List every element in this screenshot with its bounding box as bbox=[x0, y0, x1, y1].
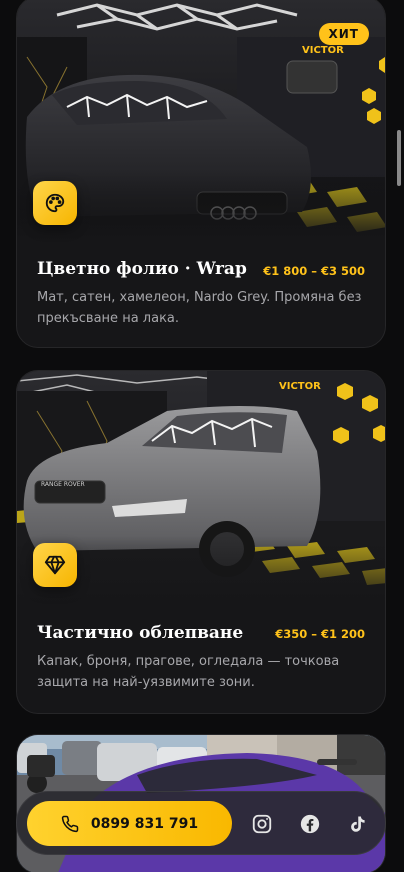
svg-text:RANGE ROVER: RANGE ROVER bbox=[41, 481, 85, 488]
service-title: Цветно фолио · Wrap bbox=[37, 259, 247, 279]
call-button[interactable]: 0899 831 791 bbox=[27, 801, 232, 846]
service-card-wrap[interactable]: VICTOR ХИТ Цветно фолио · Wrap €1 800 – … bbox=[16, 0, 386, 348]
phone-number: 0899 831 791 bbox=[90, 815, 199, 832]
facebook-icon[interactable] bbox=[298, 812, 322, 836]
bottom-contact-bar: 0899 831 791 bbox=[16, 791, 386, 855]
service-card-partial[interactable]: VICTOR RANGE ROVER Частично облепване €3… bbox=[16, 370, 386, 714]
svg-text:VICTOR: VICTOR bbox=[302, 45, 344, 56]
service-price: €1 800 – €3 500 bbox=[263, 264, 365, 278]
service-description: Капак, броня, прагове, огледала — точков… bbox=[37, 654, 340, 690]
service-title: Частично облепване bbox=[37, 623, 244, 643]
tiktok-icon[interactable] bbox=[346, 812, 370, 836]
hit-badge: ХИТ bbox=[318, 23, 369, 45]
page-scrollbar[interactable] bbox=[397, 130, 401, 186]
phone-icon bbox=[61, 815, 79, 833]
service-price: €350 – €1 200 bbox=[275, 627, 365, 641]
palette-icon bbox=[33, 181, 77, 225]
service-description: Мат, сатен, хамелеон, Nardo Grey. Промян… bbox=[37, 290, 362, 326]
diamond-icon bbox=[33, 543, 77, 587]
instagram-icon[interactable] bbox=[250, 812, 274, 836]
svg-text:VICTOR: VICTOR bbox=[279, 381, 321, 392]
